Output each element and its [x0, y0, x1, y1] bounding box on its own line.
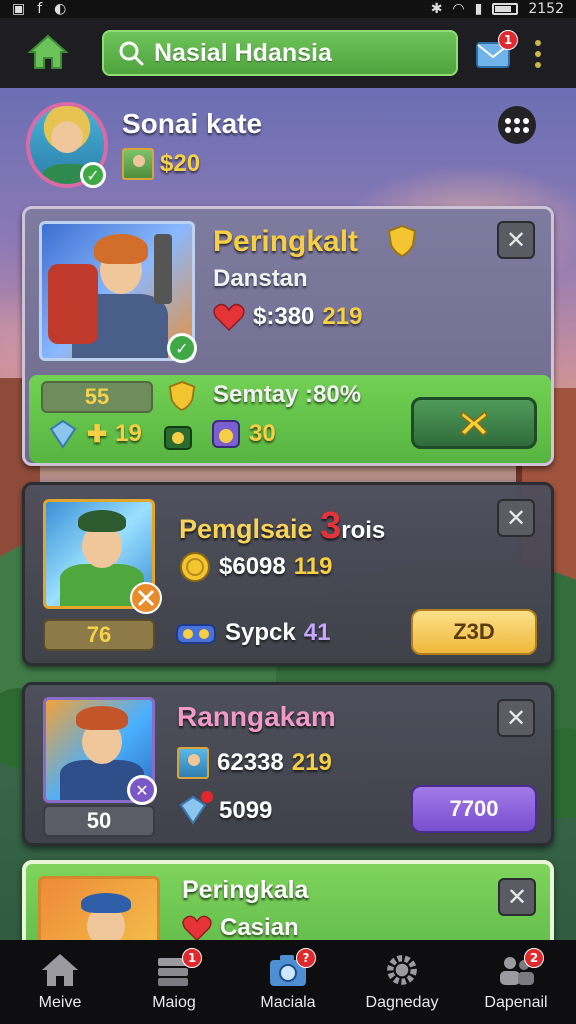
card-title: Peringkalt [213, 225, 359, 258]
gem-count: 5099 [177, 791, 272, 827]
nav-badge: ? [296, 948, 316, 968]
nav-item-inventory[interactable]: 1 Maiog [120, 940, 228, 1024]
bluetooth-icon: ✱ [430, 1, 443, 17]
gem-icon [49, 419, 77, 449]
ranking-card-3[interactable]: ✕ Ranngakam 62338 219 ✕ 50 5099 7700 [22, 682, 554, 846]
shield-icon [168, 381, 196, 411]
coins-value: $20 [160, 150, 201, 177]
verified-check-icon: ✓ [80, 162, 106, 188]
app-icon: ◐ [54, 1, 69, 17]
level-box: 76 [43, 619, 155, 651]
card-subtitle: Danstan [213, 265, 308, 292]
badge-cross-icon: ✕ [127, 775, 157, 805]
portrait-icon [177, 747, 209, 779]
item-count: Sypck 41 [175, 617, 330, 649]
card-price: $6098 119 [179, 551, 332, 583]
cross-icon [459, 410, 489, 436]
level-box: 50 [43, 805, 155, 837]
status-icons-right: ✱ ◠ ▮ 2152 [431, 1, 564, 17]
shield-icon [387, 225, 417, 257]
home-icon [27, 34, 69, 69]
card-price: 62338 219 [177, 747, 332, 779]
card-subtitle-row: Casian [182, 914, 299, 942]
coin-icon [180, 552, 210, 582]
notification-icon: ▣ [12, 1, 28, 17]
close-button[interactable]: ✕ [497, 499, 535, 537]
card-title: Pemglsaie 3rois [179, 505, 386, 547]
nav-badge: 1 [182, 948, 202, 968]
bottom-navigation: Meive 1 Maiog ? Maciala Dagneday 2 Dapen… [0, 940, 576, 1024]
mail-button[interactable]: 1 [476, 30, 518, 70]
search-bar[interactable]: Nasial Hdansia [102, 30, 458, 76]
profile-menu-button[interactable] [498, 106, 536, 144]
top-app-bar: Nasial Hdansia 1 [0, 18, 576, 88]
heart-icon [182, 915, 212, 942]
nav-item-media[interactable]: ? Maciala [234, 940, 342, 1024]
bonus-label: Semtay :80% [213, 381, 362, 408]
mask-icon [176, 624, 216, 644]
facebook-icon: f [37, 1, 45, 17]
status-icons-left: ▣ f ◐ [12, 1, 68, 17]
close-button[interactable]: ✕ [497, 699, 535, 737]
coin-portrait-icon [122, 148, 154, 180]
buy-button[interactable]: 7700 [411, 785, 537, 833]
nav-item-profile[interactable]: 2 Dapenail [462, 940, 570, 1024]
owned-check-icon: ✓ [167, 333, 197, 363]
nav-badge: 2 [524, 948, 544, 968]
player-coins: $20 [122, 148, 200, 180]
close-button[interactable]: ✕ [497, 221, 535, 259]
chest-icon [164, 426, 192, 450]
buy-button[interactable]: Z3D [411, 609, 537, 655]
search-text: Nasial Hdansia [154, 38, 332, 67]
gem-count: ✚ 19 [47, 419, 142, 449]
claim-button[interactable] [411, 397, 537, 449]
battery-icon [492, 3, 519, 15]
gem-plus: ✚ [87, 420, 108, 448]
home-icon [42, 954, 78, 986]
player-name: Sonai kate [122, 108, 263, 139]
potion-icon [212, 420, 240, 448]
wifi-icon: ◠ [452, 1, 465, 17]
card-title: Ranngakam [177, 701, 336, 732]
signal-icon: ▮ [474, 1, 483, 17]
search-icon [119, 41, 144, 66]
home-button[interactable] [26, 30, 70, 74]
status-bar: ▣ f ◐ ✱ ◠ ▮ 2152 [0, 0, 576, 18]
status-time: 2152 [528, 1, 564, 17]
level-box: 55 [41, 381, 153, 413]
nav-item-home[interactable]: Meive [6, 940, 114, 1024]
more-menu-button[interactable] [530, 40, 546, 68]
potion-count: 30 [211, 419, 276, 449]
nav-item-settings[interactable]: Dagneday [348, 940, 456, 1024]
card-title: Peringkala [182, 876, 309, 904]
mail-badge: 1 [498, 30, 518, 50]
card-price: $:380 219 [213, 303, 362, 331]
close-button[interactable]: ✕ [498, 878, 536, 916]
ranking-card-2[interactable]: Pemglsaie 3rois $6098 119 ✕ 76 Sypck 41 … [22, 482, 554, 666]
gear-icon [387, 955, 417, 985]
badge-icon [130, 582, 162, 614]
ranking-card-1[interactable]: ✓ Peringkalt Danstan $:380 219 ✕ 55 Semt… [22, 206, 554, 466]
heart-icon [213, 303, 245, 331]
